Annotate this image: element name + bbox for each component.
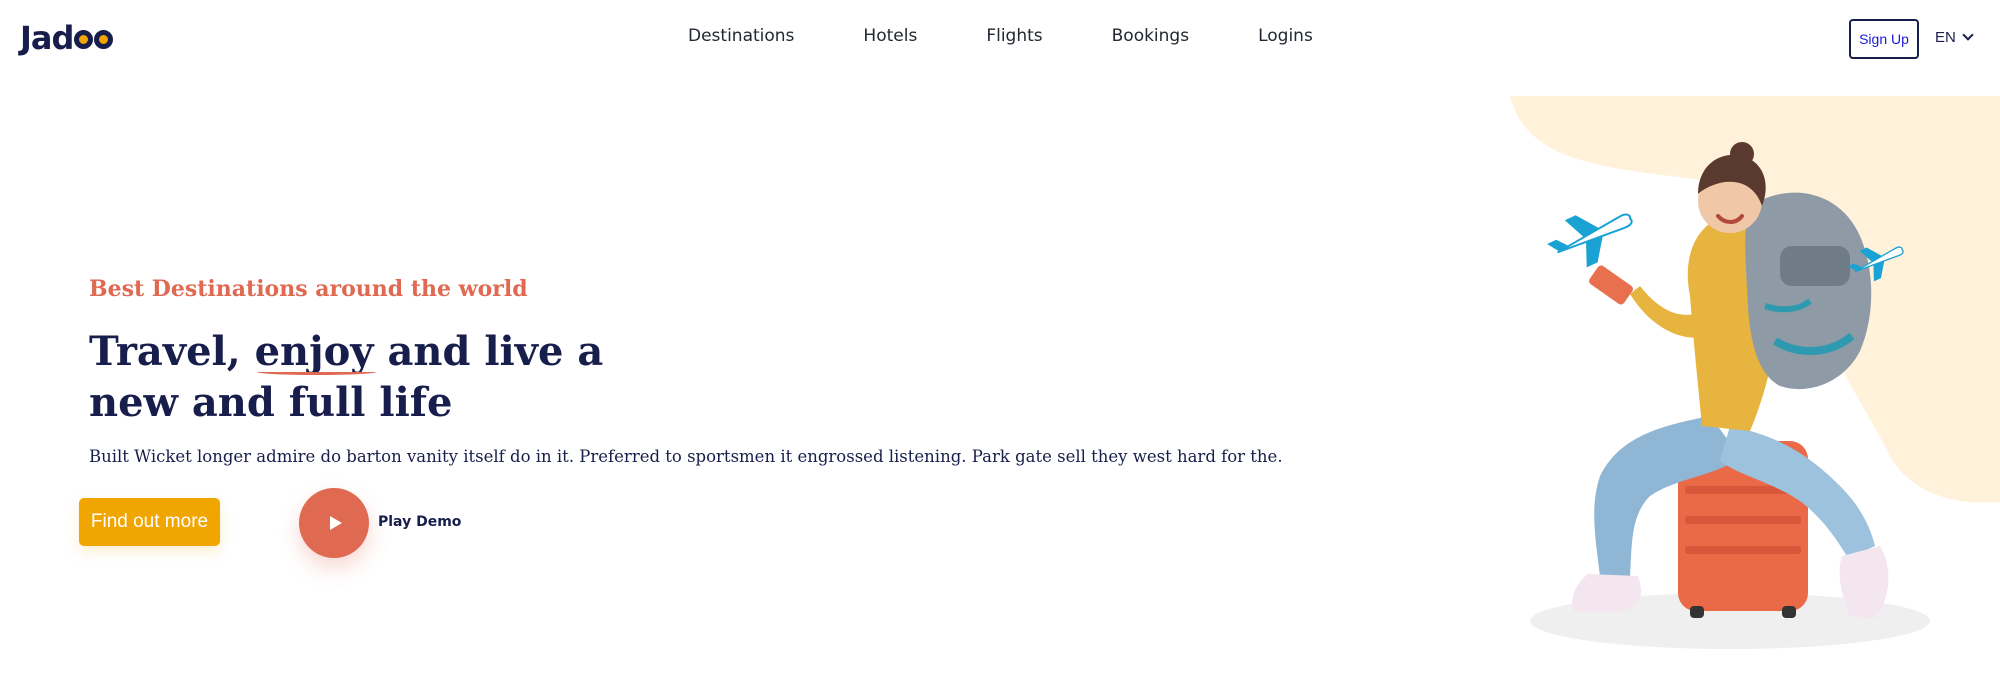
- chevron-down-icon: [1962, 29, 1974, 41]
- hero-eyebrow: Best Destinations around the world: [89, 276, 528, 302]
- hero-description: Built Wicket longer admire do barton van…: [89, 447, 1283, 466]
- logo-text: Jad: [20, 19, 114, 57]
- find-out-more-button[interactable]: Find out more: [79, 498, 220, 546]
- language-label: EN: [1935, 29, 1956, 46]
- play-demo-label[interactable]: Play Demo: [378, 514, 461, 530]
- headline-highlight: enjoy: [254, 326, 376, 377]
- phone-shape: [1589, 265, 1633, 305]
- hero-headline: Travel, enjoy and live a new and full li…: [89, 326, 649, 428]
- left-shoe-shape: [1572, 574, 1641, 612]
- logo-o-icon: [94, 30, 114, 49]
- nav-link-hotels[interactable]: Hotels: [863, 26, 917, 46]
- play-icon: [330, 516, 342, 530]
- decorative-underline: [256, 369, 376, 375]
- nav-link-bookings[interactable]: Bookings: [1112, 26, 1189, 46]
- signup-button[interactable]: Sign Up: [1849, 19, 1919, 59]
- logo-o-icon: [74, 30, 94, 49]
- main-nav: Destinations Hotels Flights Bookings Log…: [688, 26, 1313, 46]
- airplane-icon-left: [1547, 213, 1633, 268]
- headline-highlight-text: enjoy: [254, 328, 374, 375]
- brand-logo[interactable]: Jad: [20, 16, 114, 60]
- nav-link-destinations[interactable]: Destinations: [688, 26, 794, 46]
- language-selector[interactable]: EN: [1935, 29, 1974, 46]
- hero-illustration: [1510, 96, 2000, 649]
- play-demo-button[interactable]: [299, 488, 369, 558]
- right-shoe-shape: [1839, 546, 1889, 618]
- nav-link-logins[interactable]: Logins: [1258, 26, 1313, 46]
- headline-part1: Travel,: [89, 328, 255, 375]
- nav-link-flights[interactable]: Flights: [986, 26, 1042, 46]
